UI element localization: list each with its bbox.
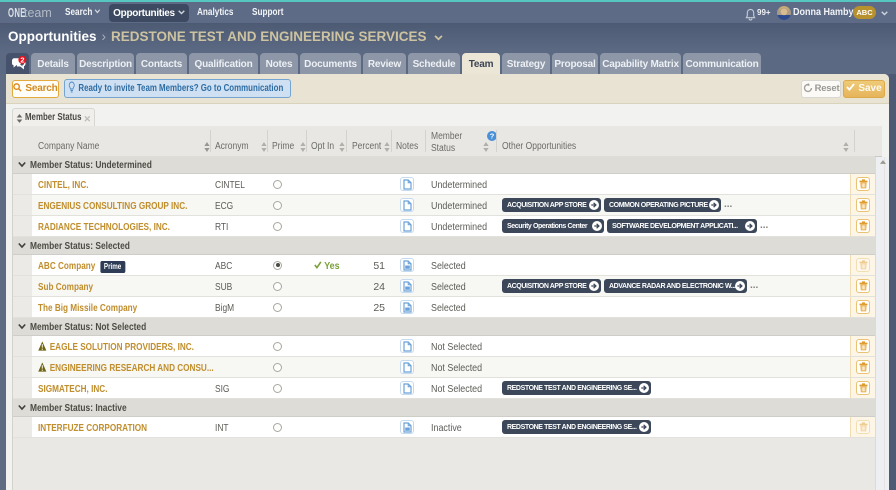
svg-text:2: 2 <box>20 56 24 65</box>
svg-text:?: ? <box>490 132 495 141</box>
